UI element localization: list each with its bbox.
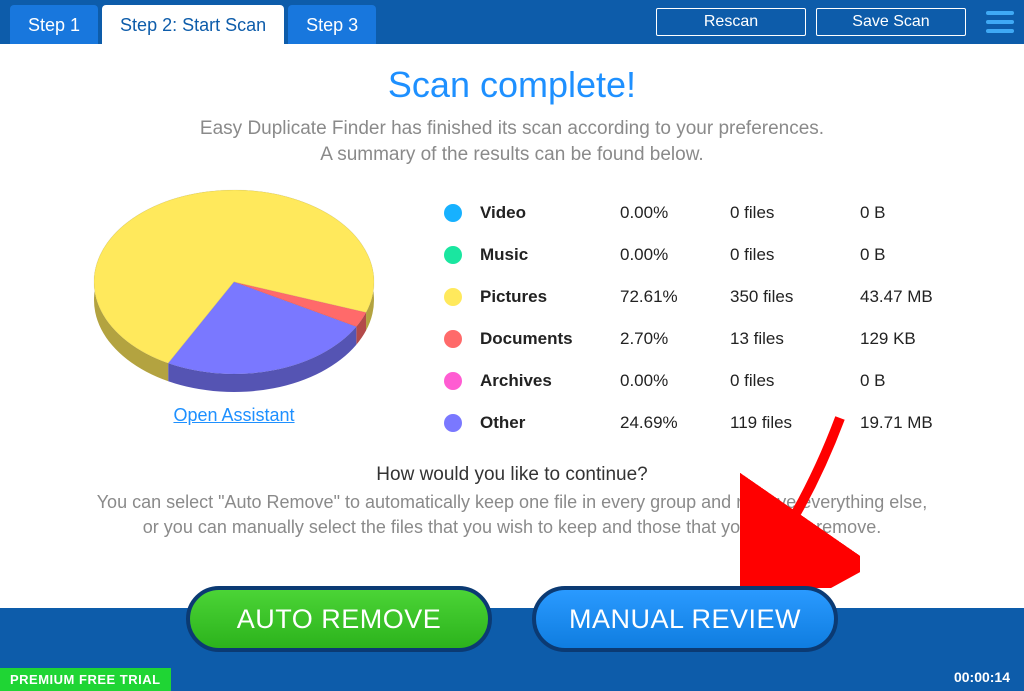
legend-files: 0 files [730,203,860,223]
continue-description: You can select "Auto Remove" to automati… [50,490,974,539]
page-title: Scan complete! [50,64,974,106]
legend-percent: 72.61% [620,287,730,307]
legend-dot-icon [444,246,462,264]
tab-step1[interactable]: Step 1 [10,5,98,44]
legend-size: 19.71 MB [860,413,970,433]
menu-icon[interactable] [986,11,1014,33]
legend-files: 350 files [730,287,860,307]
legend-size: 0 B [860,245,970,265]
legend-name: Documents [480,329,620,349]
legend-size: 43.47 MB [860,287,970,307]
tab-step3[interactable]: Step 3 [288,5,376,44]
legend-files: 0 files [730,245,860,265]
page-subtitle: Easy Duplicate Finder has finished its s… [50,116,974,167]
save-scan-button[interactable]: Save Scan [816,8,966,36]
legend-size: 0 B [860,371,970,391]
step-tabs: Step 1 Step 2: Start Scan Step 3 [10,5,376,44]
legend-percent: 2.70% [620,329,730,349]
legend-name: Video [480,203,620,223]
legend-size: 0 B [860,203,970,223]
trial-badge: PREMIUM FREE TRIAL [0,668,171,691]
main-content: Scan complete! Easy Duplicate Finder has… [0,44,1024,539]
legend-files: 13 files [730,329,860,349]
legend-percent: 0.00% [620,371,730,391]
legend-table: Video0.00%0 files0 BMusic0.00%0 files0 B… [444,177,970,444]
manual-review-button[interactable]: MANUAL REVIEW [532,586,838,652]
continue-prompt: How would you like to continue? [50,464,974,486]
legend-files: 119 files [730,413,860,433]
legend-dot-icon [444,372,462,390]
legend-percent: 0.00% [620,245,730,265]
legend-row: Pictures72.61%350 files43.47 MB [444,276,970,318]
legend-size: 129 KB [860,329,970,349]
legend-row: Documents2.70%13 files129 KB [444,318,970,360]
auto-remove-button[interactable]: AUTO REMOVE [186,586,492,652]
tab-step2[interactable]: Step 2: Start Scan [102,5,284,44]
open-assistant-link[interactable]: Open Assistant [173,405,294,426]
rescan-button[interactable]: Rescan [656,8,806,36]
legend-name: Archives [480,371,620,391]
legend-dot-icon [444,288,462,306]
legend-dot-icon [444,414,462,432]
timer-label: 00:00:14 [954,669,1010,685]
action-bar: AUTO REMOVE MANUAL REVIEW [0,608,1024,658]
legend-name: Other [480,413,620,433]
legend-row: Music0.00%0 files0 B [444,234,970,276]
header-bar: Step 1 Step 2: Start Scan Step 3 Rescan … [0,0,1024,44]
legend-percent: 0.00% [620,203,730,223]
header-buttons: Rescan Save Scan [656,8,1014,44]
legend-row: Archives0.00%0 files0 B [444,360,970,402]
legend-files: 0 files [730,371,860,391]
legend-dot-icon [444,204,462,222]
legend-dot-icon [444,330,462,348]
footer-bar: PREMIUM FREE TRIAL 00:00:14 [0,658,1024,691]
legend-percent: 24.69% [620,413,730,433]
legend-row: Video0.00%0 files0 B [444,192,970,234]
legend-name: Music [480,245,620,265]
pie-chart [74,177,394,397]
legend-row: Other24.69%119 files19.71 MB [444,402,970,444]
legend-name: Pictures [480,287,620,307]
